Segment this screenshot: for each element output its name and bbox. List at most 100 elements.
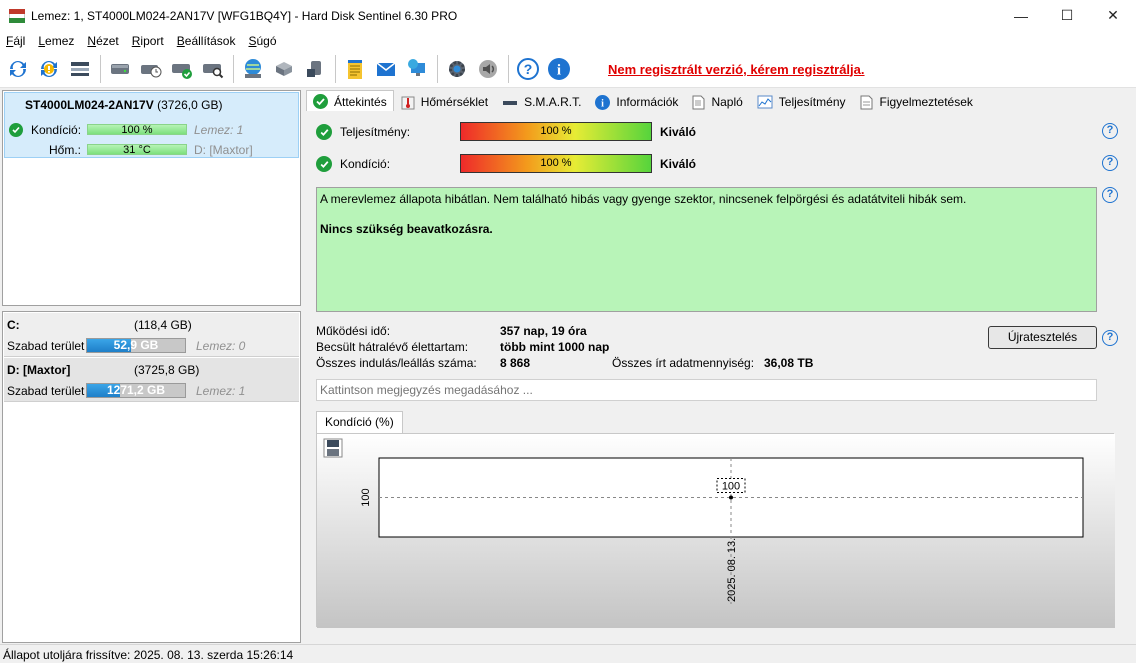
lifetime-label: Becsült hátralévő élettartam: xyxy=(316,340,469,354)
settings-button[interactable] xyxy=(443,54,471,84)
save-chart-button[interactable] xyxy=(323,438,343,458)
disk-list-icon xyxy=(71,62,89,76)
menu-settings[interactable]: Beállítások xyxy=(174,34,242,48)
health-chart: 100 100 2025. 08. 13. xyxy=(316,433,1115,628)
disk-list-panel: ST4000LM024-2AN17V (3726,0 GB) Kondíció:… xyxy=(2,90,301,306)
partition-size: (118,4 GB) xyxy=(134,318,192,332)
globe-icon xyxy=(245,59,261,78)
menu-report[interactable]: Riport xyxy=(129,34,170,48)
tab-performance[interactable]: Teljesítmény xyxy=(750,91,853,112)
health-bar: 100 % xyxy=(87,124,187,136)
partition-size: (3725,8 GB) xyxy=(134,363,200,377)
svg-text:?: ? xyxy=(524,61,533,77)
partition-item[interactable]: C: (118,4 GB) Szabad terület 52,9 GB Lem… xyxy=(4,313,299,357)
disk-ok-button[interactable] xyxy=(168,54,196,84)
email-button[interactable] xyxy=(372,54,400,84)
drive-icon xyxy=(503,100,518,105)
health-bar: 100 % xyxy=(460,154,652,173)
retest-button[interactable]: Újratesztelés xyxy=(988,326,1097,349)
power-on-label: Működési idő: xyxy=(316,324,391,338)
minimize-button[interactable]: — xyxy=(998,0,1044,31)
tab-smart[interactable]: S.M.A.R.T. xyxy=(495,91,588,112)
overview-panel: Teljesítmény: 100 % Kiváló ? Kondíció: 1… xyxy=(306,111,1130,643)
disk-check-icon xyxy=(172,64,192,79)
refresh-all-button[interactable] xyxy=(35,54,63,84)
summary-text: A merevlemez állapota hibátlan. Nem talá… xyxy=(320,192,967,206)
disk-schedule-button[interactable] xyxy=(137,54,165,84)
save-icon xyxy=(327,440,339,447)
health-ok-icon xyxy=(9,123,23,137)
performance-bar: 100 % xyxy=(460,122,652,141)
free-space-bar: 1271,2 GB xyxy=(86,383,186,398)
sound-button[interactable] xyxy=(474,54,502,84)
data-point xyxy=(729,495,733,500)
disk-card[interactable]: ST4000LM024-2AN17V (3726,0 GB) Kondíció:… xyxy=(4,92,299,158)
menu-bar: Fájl Lemez Nézet Riport Beállítások Súgó xyxy=(0,31,1136,51)
y-tick-label: 100 xyxy=(360,488,372,506)
report-button[interactable] xyxy=(341,54,369,84)
window-title: Lemez: 1, ST4000LM024-2AN17V [WFG1BQ4Y] … xyxy=(31,8,458,23)
backup-button[interactable] xyxy=(270,54,298,84)
x-tick-label: 2025. 08. 13. xyxy=(726,538,738,602)
refresh-icon xyxy=(9,60,27,78)
health-ok-icon xyxy=(316,156,332,172)
power-on-value: 357 nap, 19 óra xyxy=(500,324,587,338)
menu-help[interactable]: Súgó xyxy=(245,34,282,48)
network-button[interactable] xyxy=(239,54,267,84)
temperature-bar: 31 °C xyxy=(87,144,187,156)
health-verdict: Kiváló xyxy=(660,157,697,171)
title-bar: Lemez: 1, ST4000LM024-2AN17V [WFG1BQ4Y] … xyxy=(0,0,1136,31)
health-help-icon[interactable]: ? xyxy=(1102,155,1118,171)
tab-temperature[interactable]: Hőmérséklet xyxy=(394,91,495,112)
partition-item[interactable]: D: [Maxtor] (3725,8 GB) Szabad terület 1… xyxy=(4,358,299,402)
status-bar: Állapot utoljára frissítve: 2025. 08. 13… xyxy=(0,644,1136,663)
envelope-icon xyxy=(376,62,396,76)
log-icon xyxy=(692,95,705,109)
close-button[interactable]: ✕ xyxy=(1090,0,1136,31)
register-link[interactable]: Nem regisztrált verzió, kérem regisztrál… xyxy=(608,62,865,77)
check-icon xyxy=(313,94,328,109)
disk-list-button[interactable] xyxy=(66,54,94,84)
status-summary-box: A merevlemez állapota hibátlan. Nem talá… xyxy=(316,187,1097,312)
refresh-button[interactable] xyxy=(4,54,32,84)
send-report-button[interactable] xyxy=(403,54,431,84)
data-label: 100 xyxy=(722,481,740,493)
lifetime-value: több mint 1000 nap xyxy=(500,340,610,354)
performance-ok-icon xyxy=(316,124,332,140)
performance-label: Teljesítmény: xyxy=(340,125,411,139)
help-button[interactable]: ? xyxy=(514,54,542,84)
free-space-label: Szabad terület xyxy=(7,339,85,353)
disk-number: Lemez: 1 xyxy=(194,123,244,137)
tab-strip: Áttekintés Hőmérséklet S.M.A.R.T. i Info… xyxy=(306,90,980,112)
starts-label: Összes indulás/leállás száma: xyxy=(316,356,477,370)
disk-test-button[interactable] xyxy=(106,54,134,84)
retest-help-icon[interactable]: ? xyxy=(1102,330,1118,346)
tab-information[interactable]: i Információk xyxy=(588,91,685,112)
summary-help-icon[interactable]: ? xyxy=(1102,187,1118,203)
starts-value: 8 868 xyxy=(500,356,531,370)
menu-file[interactable]: Fájl xyxy=(3,34,31,48)
performance-help-icon[interactable]: ? xyxy=(1102,123,1118,139)
disk-search-button[interactable] xyxy=(199,54,227,84)
maximize-button[interactable]: ☐ xyxy=(1044,0,1090,31)
external-disk-button[interactable] xyxy=(301,54,329,84)
tab-overview[interactable]: Áttekintés xyxy=(306,90,394,112)
svg-text:i: i xyxy=(557,63,561,79)
written-label: Összes írt adatmennyiség: xyxy=(612,356,755,370)
gear-icon xyxy=(449,61,465,77)
status-text: Állapot utoljára frissítve: 2025. 08. 13… xyxy=(3,648,294,662)
refresh-warning-icon xyxy=(40,60,58,78)
menu-view[interactable]: Nézet xyxy=(84,34,124,48)
note-input[interactable] xyxy=(316,379,1097,401)
written-value: 36,08 TB xyxy=(764,356,814,370)
tab-log[interactable]: Napló xyxy=(685,91,749,112)
free-space-bar: 52,9 GB xyxy=(86,338,186,353)
about-button[interactable]: i xyxy=(545,54,573,84)
thermometer-icon xyxy=(401,96,415,109)
svg-text:i: i xyxy=(602,98,605,109)
menu-disk[interactable]: Lemez xyxy=(35,34,80,48)
chart-tab-health[interactable]: Kondíció (%) xyxy=(316,411,403,433)
free-space-label: Szabad terület xyxy=(7,384,85,398)
tab-alerts[interactable]: Figyelmeztetések xyxy=(853,91,980,112)
speaker-icon xyxy=(479,60,497,78)
